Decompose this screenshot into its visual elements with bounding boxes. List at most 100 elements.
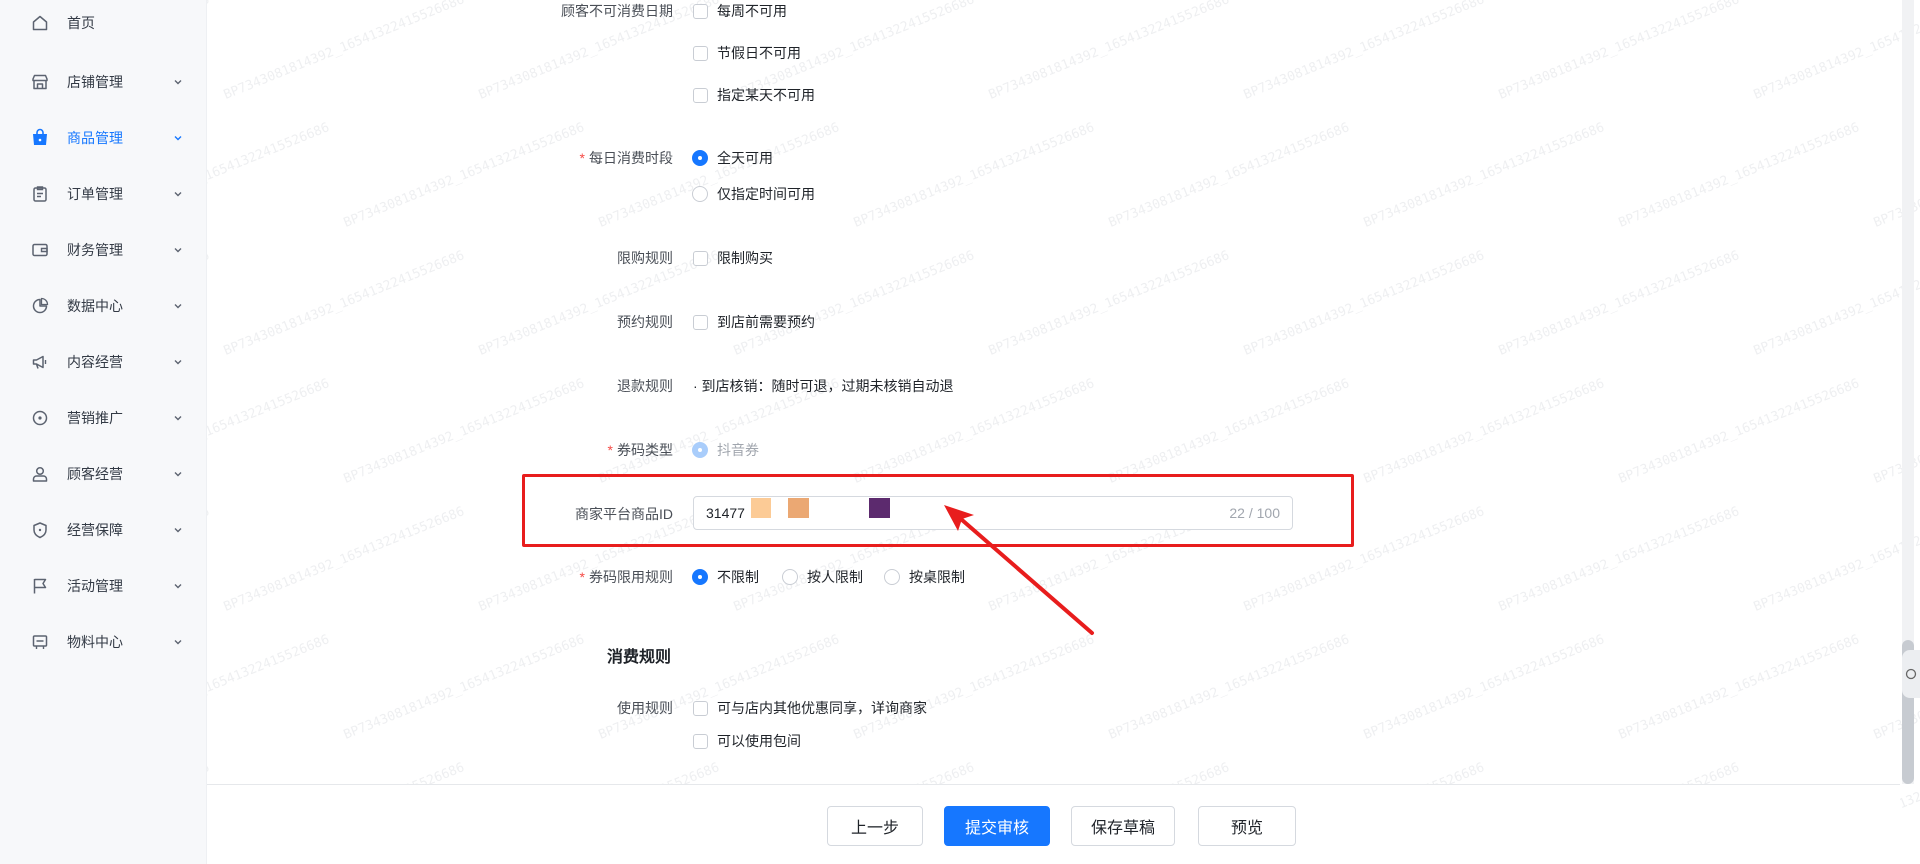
coupon-type-label: * 券码类型 xyxy=(608,440,673,460)
consumption-rules-section-title: 消费规则 xyxy=(607,649,672,666)
watermark-text: BP7343081814392_16541322415526686 xyxy=(1616,120,1862,231)
sidebar-item-products[interactable]: 商品管理 xyxy=(0,118,207,158)
sidebar-item-content[interactable]: 内容经营 xyxy=(0,342,207,382)
radio-button[interactable] xyxy=(692,150,708,166)
radio-button[interactable] xyxy=(782,569,798,585)
chevron-down-icon xyxy=(172,468,184,480)
chevron-down-icon xyxy=(172,300,184,312)
required-mark: * xyxy=(579,569,585,585)
watermark-text: BP7343081814392_16541322415526686 xyxy=(1106,120,1352,231)
footer-action-bar: 上一步 提交审核 保存草稿 预览 xyxy=(207,784,1900,864)
submit-review-button[interactable]: 提交审核 xyxy=(944,806,1050,846)
option-label: 按桌限制 xyxy=(909,569,965,585)
option-label: 指定某天不可用 xyxy=(717,87,815,103)
user-icon xyxy=(30,464,50,484)
sidebar-item-marketing[interactable]: 营销推广 xyxy=(0,398,207,438)
checkbox-private-room[interactable]: 可以使用包间 xyxy=(693,731,801,751)
sidebar-item-label: 首页 xyxy=(67,15,95,31)
sidebar-item-customers[interactable]: 顾客经营 xyxy=(0,454,207,494)
watermark-text: BP7343081814392_16541322415526686 xyxy=(1496,504,1742,615)
radio-per-person-limit[interactable]: 按人限制 xyxy=(782,567,863,587)
chevron-down-icon xyxy=(172,412,184,424)
watermark-text: BP7343081814392_16541322415526686 xyxy=(221,0,467,103)
radio-button[interactable] xyxy=(884,569,900,585)
sidebar-item-label: 经营保障 xyxy=(67,522,123,538)
usage-rules-label: 使用规则 xyxy=(617,700,673,716)
watermark-text: BP7343081814392_16541322415526686 xyxy=(1241,0,1487,103)
radio-per-table-limit[interactable]: 按桌限制 xyxy=(884,567,965,587)
chevron-down-icon xyxy=(172,524,184,536)
checkbox-holiday-unavailable[interactable]: 节假日不可用 xyxy=(693,43,801,63)
sidebar-item-protection[interactable]: 经营保障 xyxy=(0,510,207,550)
refund-rule-text: · 到店核销：随时可退，过期未核销自动退 xyxy=(693,378,954,394)
daily-time-label-text: 每日消费时段 xyxy=(589,150,673,166)
watermark-text: BP7343081814392_16541322415526686 xyxy=(1616,632,1862,743)
option-label: 每周不可用 xyxy=(717,3,787,19)
sidebar-item-data-center[interactable]: 数据中心 xyxy=(0,286,207,326)
unavailable-dates-label: 顾客不可消费日期 xyxy=(561,3,673,19)
checkbox-box[interactable] xyxy=(693,250,708,266)
home-icon xyxy=(30,13,50,33)
sidebar-item-home[interactable]: 首页 xyxy=(0,3,207,43)
checkbox-box[interactable] xyxy=(693,733,708,749)
sidebar-item-label: 顾客经营 xyxy=(67,466,123,482)
chevron-down-icon xyxy=(172,580,184,592)
character-counter: 22 / 100 xyxy=(1229,505,1280,521)
watermark-text: BP7343081814392_16541322415526686 xyxy=(341,120,587,231)
chevron-down-icon xyxy=(172,636,184,648)
refund-label: 退款规则 xyxy=(617,378,673,394)
watermark-text: BP7343081814392_16541322415526686 xyxy=(341,376,587,487)
sidebar-item-label: 内容经营 xyxy=(67,354,123,370)
preview-button[interactable]: 预览 xyxy=(1198,806,1296,846)
watermark-text: BP7343081814392_16541322415526686 xyxy=(1241,248,1487,359)
option-label: 限制购买 xyxy=(717,250,773,266)
sidebar-item-label: 商品管理 xyxy=(67,130,123,146)
merchant-product-id-label: 商家平台商品ID xyxy=(575,506,673,522)
save-draft-button[interactable]: 保存草稿 xyxy=(1071,806,1175,846)
side-panel-toggle[interactable] xyxy=(1902,650,1920,698)
shield-icon xyxy=(30,520,50,540)
sidebar-item-label: 财务管理 xyxy=(67,242,123,258)
checkbox-reservation-required[interactable]: 到店前需要预约 xyxy=(693,312,815,332)
radio-specified-time[interactable]: 仅指定时间可用 xyxy=(692,184,815,204)
checkbox-weekly-unavailable[interactable]: 每周不可用 xyxy=(693,1,787,21)
checkbox-box[interactable] xyxy=(693,700,708,716)
option-label: 到店前需要预约 xyxy=(717,314,815,330)
required-mark: * xyxy=(579,150,585,166)
checkbox-share-discounts[interactable]: 可与店内其他优惠同享，详询商家 xyxy=(693,698,927,718)
sidebar-item-label: 活动管理 xyxy=(67,578,123,594)
sidebar-item-finance[interactable]: 财务管理 xyxy=(0,230,207,270)
redaction-block xyxy=(788,498,809,518)
purchase-limit-label: 限购规则 xyxy=(617,250,673,266)
redaction-block xyxy=(751,498,771,518)
watermark-text: BP7343081814392_16541322415526686 xyxy=(596,120,842,231)
sidebar-item-store[interactable]: 店铺管理 xyxy=(0,62,207,102)
sidebar-item-label: 订单管理 xyxy=(67,186,123,202)
watermark-text: BP7343081814392_16541322415526686 xyxy=(1106,632,1352,743)
radio-button[interactable] xyxy=(692,186,708,202)
checkbox-limit-purchase[interactable]: 限制购买 xyxy=(693,248,773,268)
option-label: 抖音券 xyxy=(717,442,759,458)
previous-step-button[interactable]: 上一步 xyxy=(827,806,923,846)
checkbox-box[interactable] xyxy=(693,87,708,103)
checkbox-box[interactable] xyxy=(693,314,708,330)
settings-circle-icon xyxy=(1905,668,1917,680)
sidebar-item-orders[interactable]: 订单管理 xyxy=(0,174,207,214)
radio-all-day[interactable]: 全天可用 xyxy=(692,148,773,168)
checkbox-box[interactable] xyxy=(693,3,708,19)
checkbox-box[interactable] xyxy=(693,45,708,61)
daily-time-label: * 每日消费时段 xyxy=(580,148,673,168)
sidebar-item-label: 数据中心 xyxy=(67,298,123,314)
option-label: 全天可用 xyxy=(717,150,773,166)
radio-no-limit[interactable]: 不限制 xyxy=(692,567,759,587)
sidebar-item-activities[interactable]: 活动管理 xyxy=(0,566,207,606)
option-label: 仅指定时间可用 xyxy=(717,186,815,202)
radio-button[interactable] xyxy=(692,569,708,585)
watermark-text: BP7343081814392_16541322415526686 xyxy=(1496,248,1742,359)
checkbox-specific-day-unavailable[interactable]: 指定某天不可用 xyxy=(693,85,815,105)
sidebar-item-materials[interactable]: 物料中心 xyxy=(0,622,207,662)
option-label: 节假日不可用 xyxy=(717,45,801,61)
sidebar: 首页 店铺管理 商品管理 订单管理 财务管理 数据中心 内容经营 营销推广 顾客… xyxy=(0,0,207,864)
watermark-text: BP7343081814392_16541322415526686 xyxy=(986,248,1232,359)
required-mark: * xyxy=(607,442,613,458)
